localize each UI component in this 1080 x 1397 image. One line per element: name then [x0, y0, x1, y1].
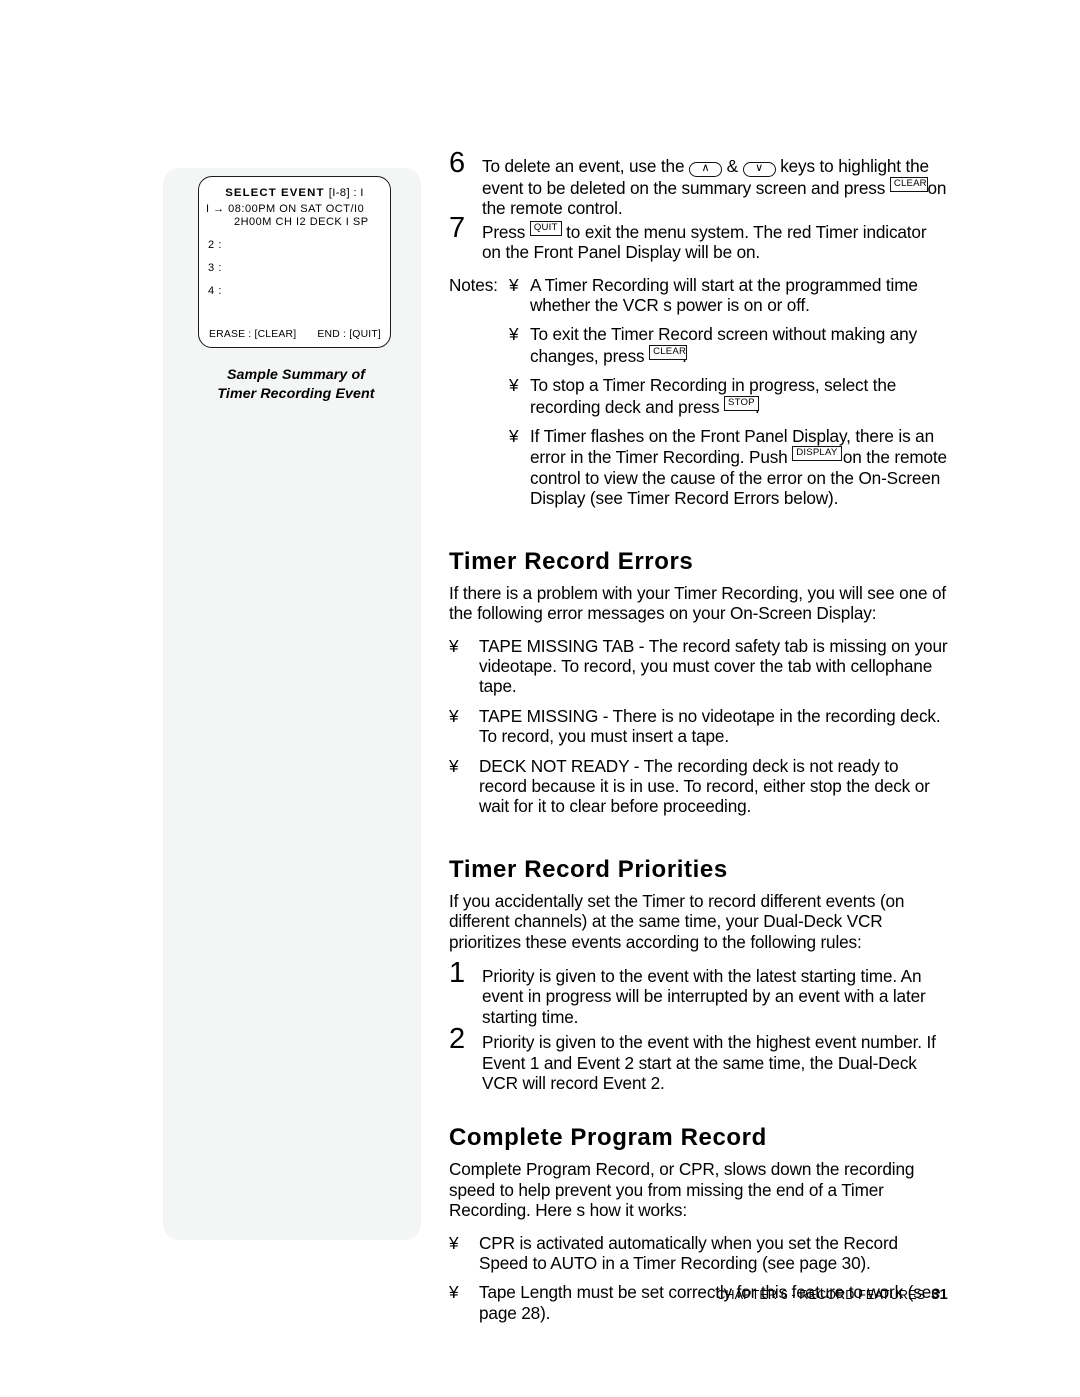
note-item-post: .	[755, 396, 760, 417]
note-item-pre: To stop a Timer Recording in progress, s…	[530, 375, 897, 417]
error-bullet-icon: ¥	[449, 755, 459, 776]
footer-chapter-text: CHAPTER 6 - RECORD FEATURES	[716, 1288, 926, 1302]
note-item-text: If Timer flashes on the Front Panel Disp…	[530, 426, 947, 508]
error-bullet-item: ¥ TAPE MISSING - There is no videotape i…	[449, 706, 949, 747]
osd-row-4: 4 :	[208, 285, 223, 297]
priority-item-1: 1 Priority is given to the event with th…	[449, 958, 949, 1027]
note-item-text: To exit the Timer Record screen without …	[530, 324, 917, 365]
note-bullet-icon: ¥	[509, 324, 519, 345]
heading-timer-record-errors: Timer Record Errors	[449, 547, 694, 575]
cpr-bullet-icon: ¥	[449, 1282, 459, 1303]
osd-title-label: SELECT EVENT	[225, 187, 325, 199]
step-6-part-1: To delete an event, use the	[482, 156, 689, 176]
step-6: 6 To delete an event, use the ∧ & ∨ keys…	[449, 149, 949, 219]
step-6-number: 6	[449, 147, 465, 179]
priority-item-2: 2 Priority is given to the event with th…	[449, 1025, 949, 1093]
priority-item-1-text: Priority is given to the event with the …	[482, 965, 926, 1027]
notes-block: Notes: ¥ A Timer Recording will start at…	[449, 275, 949, 509]
step-7-number: 7	[449, 211, 465, 244]
error-bullet-text: DECK NOT READY - The recording deck is n…	[479, 755, 930, 817]
error-bullet-icon: ¥	[449, 705, 459, 726]
up-arrow-key-icon[interactable]: ∧	[688, 162, 722, 177]
note-item: ¥ To stop a Timer Recording in progress,…	[509, 375, 949, 417]
note-bullet-icon: ¥	[509, 375, 519, 396]
error-bullet-text: TAPE MISSING TAB - The record safety tab…	[479, 635, 948, 697]
quit-key-icon[interactable]: QUIT	[529, 220, 562, 236]
cpr-intro: Complete Program Record, or CPR, slows d…	[449, 1159, 915, 1221]
osd-event1-line1: I → 08:00PM ON SAT OCT/I0	[206, 203, 365, 215]
step-6-text: To delete an event, use the ∧ & ∨ keys t…	[482, 156, 949, 219]
osd-footer-end: END : [QUIT]	[317, 329, 381, 340]
step-7: 7 Press QUIT to exit the menu system. Th…	[449, 213, 949, 263]
osd-event1-line2: 2H00M CH I2 DECK I SP	[234, 216, 369, 228]
note-item-text: To stop a Timer Recording in progress, s…	[530, 375, 896, 416]
error-bullet-item: ¥ DECK NOT READY - The recording deck is…	[449, 756, 949, 817]
osd-footer-erase: ERASE : [CLEAR]	[209, 329, 297, 340]
page-footer: CHAPTER 6 - RECORD FEATURES 31	[716, 1286, 948, 1303]
note-item: ¥ A Timer Recording will start at the pr…	[509, 275, 949, 316]
cpr-bullet-item: ¥ CPR is activated automatically when yo…	[449, 1233, 949, 1274]
notes-list: ¥ A Timer Recording will start at the pr…	[449, 275, 949, 509]
note-item: ¥ If Timer flashes on the Front Panel Di…	[509, 426, 949, 509]
note-item-post: .	[682, 345, 687, 366]
osd-title: SELECT EVENT [I-8] : I	[208, 187, 381, 199]
error-bullet-item: ¥ TAPE MISSING TAB - The record safety t…	[449, 636, 949, 697]
step-6-part-2: &	[721, 156, 743, 176]
heading-timer-record-priorities: Timer Record Priorities	[449, 855, 728, 883]
priority-item-1-number: 1	[449, 956, 465, 989]
step-7-part-1: Press	[482, 221, 530, 242]
step-7-text: Press QUIT to exit the menu system. The …	[482, 220, 949, 263]
osd-sample-screen: SELECT EVENT [I-8] : I I → 08:00PM ON SA…	[198, 176, 391, 348]
error-bullet-icon: ¥	[449, 635, 459, 656]
main-content: 6 To delete an event, use the ∧ & ∨ keys…	[449, 149, 949, 1332]
footer-page-number: 31	[931, 1286, 948, 1303]
note-bullet-icon: ¥	[509, 274, 519, 295]
error-bullet-text: TAPE MISSING - There is no videotape in …	[479, 705, 941, 747]
osd-title-range: [I-8] : I	[328, 187, 364, 199]
note-item-pre: To exit the Timer Record screen without …	[530, 324, 918, 366]
osd-caption: Sample Summary of Timer Recording Event	[198, 366, 394, 404]
note-bullet-icon: ¥	[509, 426, 519, 447]
priorities-intro: If you accidentally set the Timer to rec…	[449, 890, 905, 952]
priority-item-2-number: 2	[449, 1023, 465, 1056]
osd-caption-line2: Timer Recording Event	[217, 386, 375, 402]
priority-item-2-text: Priority is given to the event with the …	[482, 1032, 936, 1093]
osd-caption-line1: Sample Summary of	[226, 367, 366, 383]
osd-row-2: 2 :	[208, 239, 223, 251]
note-item-text: A Timer Recording will start at the prog…	[530, 274, 918, 316]
heading-complete-program-record: Complete Program Record	[449, 1124, 767, 1152]
note-item: ¥ To exit the Timer Record screen withou…	[509, 324, 949, 366]
stop-key-icon[interactable]: STOP	[724, 395, 760, 411]
cpr-bullet-text: CPR is activated automatically when you …	[479, 1232, 898, 1274]
cpr-bullet-icon: ¥	[449, 1232, 459, 1253]
errors-intro: If there is a problem with your Timer Re…	[449, 582, 947, 624]
osd-footer: ERASE : [CLEAR] END : [QUIT]	[209, 329, 381, 340]
osd-row-3: 3 :	[208, 262, 223, 274]
down-arrow-key-icon[interactable]: ∨	[742, 162, 776, 177]
notes-label: Notes:	[449, 274, 498, 295]
display-key-icon[interactable]: DISPLAY	[792, 446, 843, 462]
